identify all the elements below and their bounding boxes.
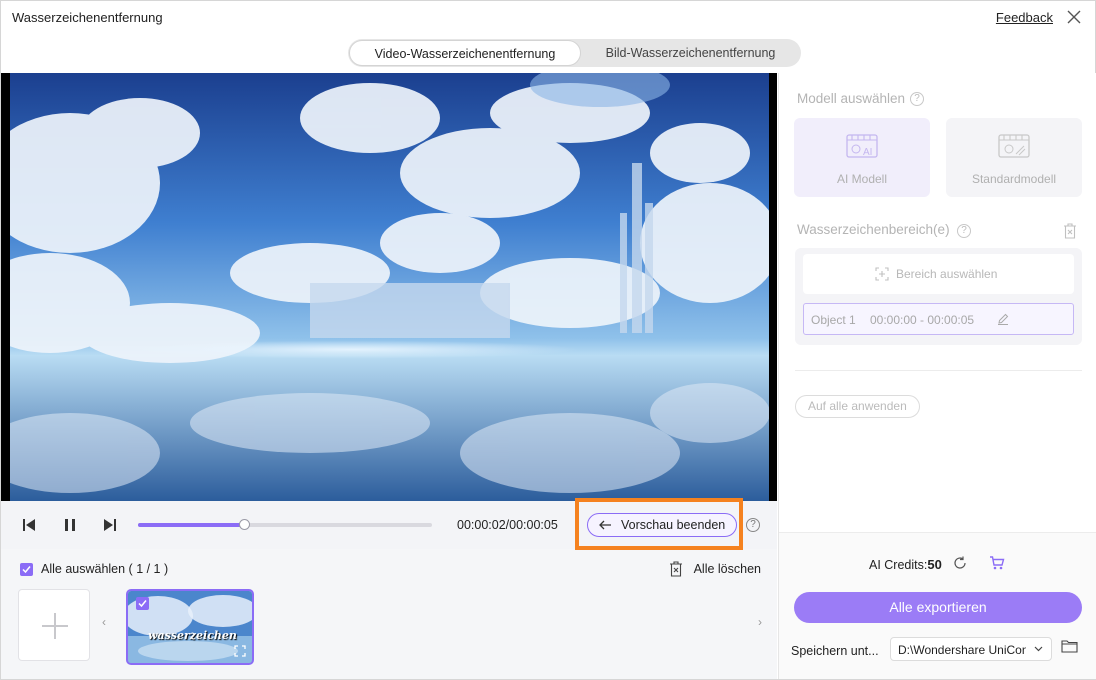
export-section: AI Credits:50 Alle exportieren Speichern…: [779, 532, 1096, 679]
pause-icon[interactable]: [61, 516, 79, 534]
select-area-label: Bereich auswählen: [896, 267, 998, 281]
model-heading: Modell auswählen: [797, 91, 906, 106]
ai-credits: AI Credits:50: [869, 557, 942, 572]
region-list: Bereich auswählen Object 1 00:00:00 - 00…: [795, 248, 1082, 345]
select-area-button[interactable]: Bereich auswählen: [803, 254, 1074, 294]
thumbnail-watermark-text: wasserzeichen: [148, 629, 237, 642]
edit-icon[interactable]: [997, 313, 1009, 325]
scroll-right-icon[interactable]: ›: [758, 615, 762, 629]
progress-handle[interactable]: [238, 519, 250, 530]
object-time-range: 00:00:00 - 00:00:05: [870, 313, 975, 327]
previous-frame-icon[interactable]: [20, 516, 38, 534]
standard-model-card[interactable]: Standardmodell: [946, 118, 1082, 197]
ai-model-icon: AI: [846, 134, 878, 158]
export-all-button[interactable]: Alle exportieren: [794, 592, 1082, 623]
select-area-icon: [875, 267, 889, 281]
window-title: Wasserzeichenentfernung: [12, 10, 163, 25]
highlight-frame: [575, 498, 743, 550]
svg-text:AI: AI: [863, 147, 872, 158]
fullscreen-icon[interactable]: [234, 645, 246, 657]
check-icon: [22, 566, 31, 574]
progress-fill: [138, 523, 244, 527]
ai-model-card[interactable]: AI AI Modell: [794, 118, 930, 197]
clear-all-button[interactable]: Alle löschen: [694, 562, 761, 576]
region-trash-icon[interactable]: [1063, 223, 1077, 239]
refresh-icon[interactable]: [953, 556, 967, 570]
cart-icon[interactable]: [989, 556, 1005, 570]
selection-row: Alle auswählen ( 1 / 1 ) Alle löschen: [1, 549, 777, 589]
app-window: Wasserzeichenentfernung Feedback Video-W…: [0, 0, 1096, 680]
region-help-icon[interactable]: ?: [957, 224, 971, 238]
credits-value: 50: [927, 557, 942, 572]
apply-all-button[interactable]: Auf alle anwenden: [795, 395, 920, 418]
chevron-down-icon: [1034, 646, 1043, 652]
trash-icon[interactable]: [669, 561, 683, 577]
divider: [795, 370, 1082, 371]
feedback-link[interactable]: Feedback: [996, 10, 1053, 25]
tab-image-watermark[interactable]: Bild-Wasserzeichenentfernung: [581, 40, 800, 66]
model-help-icon[interactable]: ?: [910, 92, 924, 106]
check-icon: [138, 600, 147, 608]
editor-area: 00:00:02/00:00:05 Vorschau beenden ? All…: [1, 73, 777, 679]
video-thumbnail[interactable]: wasserzeichen: [126, 589, 254, 665]
credits-label: AI Credits:: [869, 558, 928, 572]
save-path-value: D:\Wondershare UniConverter: [898, 643, 1026, 657]
plus-icon: [42, 613, 68, 639]
settings-panel: Modell auswählen ? AI AI Modell Standard…: [778, 73, 1096, 679]
thumbnail-checkbox[interactable]: [136, 597, 149, 610]
object-name: Object 1: [811, 313, 856, 327]
folder-icon[interactable]: [1061, 639, 1078, 653]
close-icon[interactable]: [1065, 8, 1083, 26]
mode-switch: Video-Wasserzeichenentfernung Bild-Wasse…: [348, 39, 801, 67]
add-file-button[interactable]: [18, 589, 90, 661]
object-item[interactable]: Object 1 00:00:00 - 00:00:05: [803, 303, 1074, 335]
next-frame-icon[interactable]: [101, 516, 119, 534]
video-frame: [10, 73, 769, 501]
standard-model-icon: [998, 134, 1030, 158]
save-to-label: Speichern unt...: [791, 644, 879, 658]
video-preview[interactable]: [1, 73, 777, 501]
tab-video-watermark[interactable]: Video-Wasserzeichenentfernung: [349, 40, 581, 66]
select-all-label: Alle auswählen ( 1 / 1 ): [41, 562, 169, 576]
save-path-select[interactable]: D:\Wondershare UniConverter: [890, 637, 1052, 661]
title-bar: Wasserzeichenentfernung Feedback: [1, 1, 1095, 35]
standard-model-label: Standardmodell: [971, 172, 1057, 186]
file-strip: ‹ wasserzeichen ›: [1, 589, 777, 679]
scroll-left-icon[interactable]: ‹: [102, 615, 106, 629]
playback-progress[interactable]: [138, 519, 432, 530]
region-heading: Wasserzeichenbereich(e): [797, 222, 950, 237]
select-all-checkbox[interactable]: [20, 563, 33, 576]
help-icon[interactable]: ?: [746, 518, 760, 532]
ai-model-label: AI Modell: [836, 172, 888, 186]
timecode: 00:00:02/00:00:05: [457, 518, 558, 532]
